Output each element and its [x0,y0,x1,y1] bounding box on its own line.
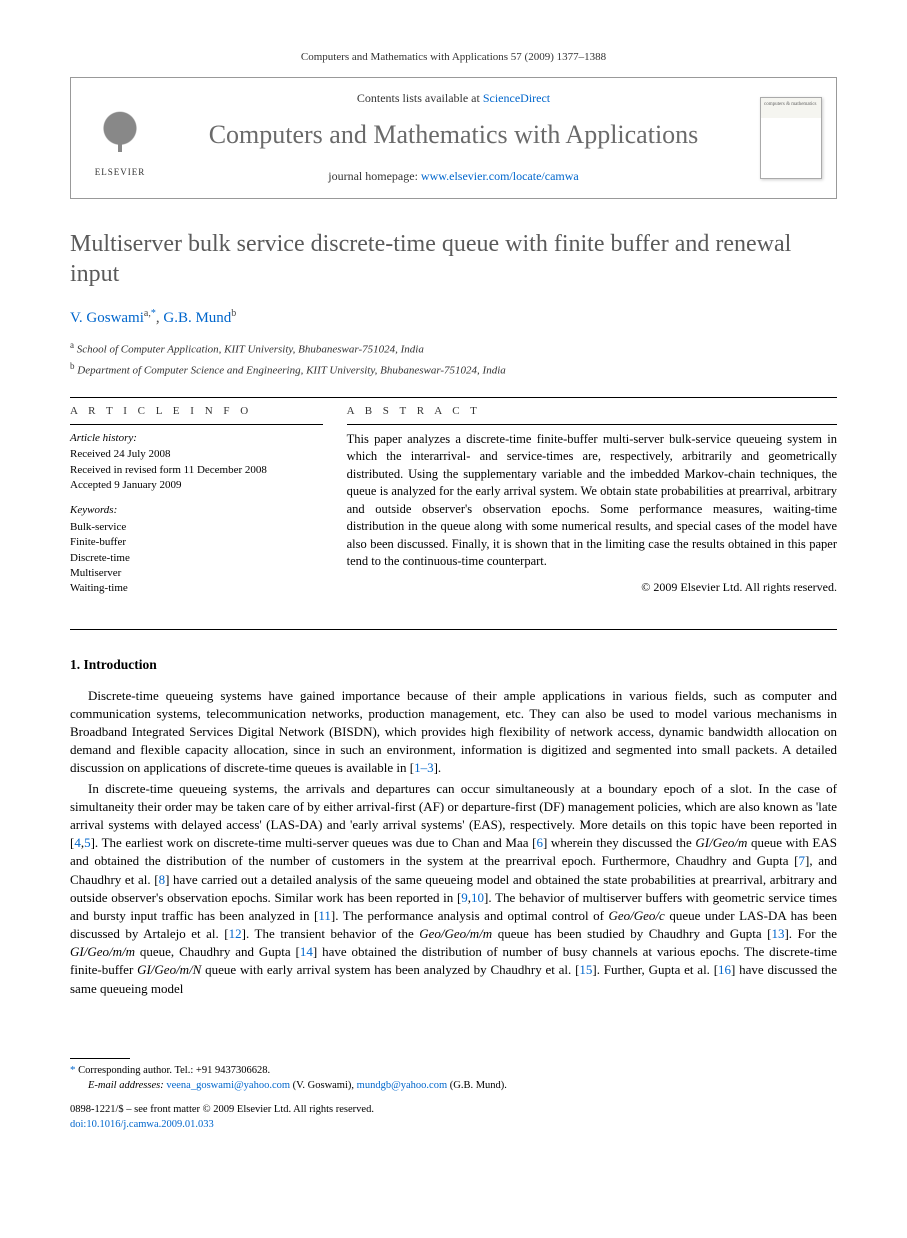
keyword-5: Waiting-time [70,581,323,596]
publisher-name: ELSEVIER [95,166,146,179]
affiliation-a: a School of Computer Application, KIIT U… [70,339,837,358]
affil-text-a: School of Computer Application, KIIT Uni… [74,344,424,356]
article-title: Multiserver bulk service discrete-time q… [70,229,837,289]
p2-b: ]. The earliest work on discrete-time mu… [91,835,537,850]
abstract-copyright: © 2009 Elsevier Ltd. All rights reserved… [347,579,837,596]
affiliations-block: a School of Computer Application, KIIT U… [70,339,837,379]
email-addresses-line: E-mail addresses: veena_goswami@yahoo.co… [70,1079,837,1094]
p2-k: queue has been studied by Chaudhry and G… [492,926,771,941]
tree-icon [95,109,145,164]
p2-m: queue, Chaudhry and Gupta [ [135,944,300,959]
homepage-prefix: journal homepage: [328,169,421,183]
model-4: GI/Geo/m/m [70,944,135,959]
article-info-label: A R T I C L E I N F O [70,398,323,423]
model-2: Geo/Geo/c [609,908,665,923]
ref-link-13[interactable]: 13 [771,926,784,941]
bottom-copyright-block: 0898-1221/$ – see front matter © 2009 El… [70,1103,837,1132]
email-label: E-mail addresses: [88,1080,164,1091]
footnote-divider [70,1058,130,1059]
author-list: V. Goswamia,*, G.B. Mundb [70,307,837,329]
history-accepted: Accepted 9 January 2009 [70,478,323,493]
journal-title: Computers and Mathematics with Applicati… [71,117,836,153]
model-1: GI/Geo/m [695,835,747,850]
p2-p: ]. Further, Gupta et al. [ [592,962,718,977]
email-link-1[interactable]: veena_goswami@yahoo.com [166,1080,290,1091]
p2-c: ] wherein they discussed the [543,835,695,850]
keyword-1: Bulk-service [70,520,323,535]
doi-prefix: doi: [70,1119,86,1130]
journal-homepage-link[interactable]: www.elsevier.com/locate/camwa [421,169,579,183]
p2-h: ]. The performance analysis and optimal … [331,908,609,923]
cover-text: computers & mathematics [764,101,818,108]
section-1-heading: 1. Introduction [70,656,837,675]
ref-link-12[interactable]: 12 [229,926,242,941]
keyword-4: Multiserver [70,566,323,581]
article-history-heading: Article history: [70,431,323,446]
abstract-text: This paper analyzes a discrete-time fini… [347,425,837,575]
author2-affil-sup: b [231,308,236,319]
footnotes-block: * Corresponding author. Tel.: +91 943730… [70,1063,837,1093]
author1-affil-sup: a, [144,308,151,319]
doi-link[interactable]: doi:10.1016/j.camwa.2009.01.033 [70,1119,214,1130]
keyword-3: Discrete-time [70,551,323,566]
model-5: GI/Geo/m/N [137,962,201,977]
corresponding-author-note: * Corresponding author. Tel.: +91 943730… [70,1063,837,1079]
intro-paragraph-1: Discrete-time queueing systems have gain… [70,687,837,778]
ref-link-10[interactable]: 10 [471,890,484,905]
model-3: Geo/Geo/m/m [419,926,492,941]
ref-link-16[interactable]: 16 [718,962,731,977]
keywords-heading: Keywords: [70,503,323,518]
author-link-1[interactable]: V. Goswami [70,310,144,326]
abstract-label: A B S T R A C T [347,398,837,423]
doi-line: doi:10.1016/j.camwa.2009.01.033 [70,1118,837,1133]
publisher-logo: ELSEVIER [85,98,155,178]
contents-available-line: Contents lists available at ScienceDirec… [71,90,836,107]
corr-label: Corresponding author. Tel.: +91 94373066… [76,1065,271,1076]
contents-prefix: Contents lists available at [357,91,483,105]
history-received: Received 24 July 2008 [70,447,323,462]
ref-link-14[interactable]: 14 [300,944,313,959]
affiliation-b: b Department of Computer Science and Eng… [70,360,837,379]
journal-homepage-line: journal homepage: www.elsevier.com/locat… [71,168,836,185]
article-info-column: A R T I C L E I N F O Article history: R… [70,398,323,602]
p2-j: ]. The transient behavior of the [242,926,420,941]
email2-who: (G.B. Mund). [447,1080,507,1091]
p1-text-b: ]. [434,760,442,775]
doi-value: 10.1016/j.camwa.2009.01.033 [86,1119,213,1130]
sciencedirect-link[interactable]: ScienceDirect [483,91,550,105]
p2-o: queue with early arrival system has been… [201,962,579,977]
issn-copyright-line: 0898-1221/$ – see front matter © 2009 El… [70,1103,837,1118]
ref-link-15[interactable]: 15 [579,962,592,977]
email1-who: (V. Goswami), [290,1080,357,1091]
journal-masthead: ELSEVIER computers & mathematics Content… [70,77,837,199]
ref-link-1-3[interactable]: 1–3 [414,760,434,775]
journal-cover-thumbnail: computers & mathematics [760,97,822,179]
p1-text-a: Discrete-time queueing systems have gain… [70,688,837,776]
email-link-2[interactable]: mundgb@yahoo.com [357,1080,447,1091]
ref-link-11[interactable]: 11 [318,908,331,923]
running-header: Computers and Mathematics with Applicati… [70,50,837,65]
keyword-2: Finite-buffer [70,535,323,550]
affil-text-b: Department of Computer Science and Engin… [75,365,506,377]
abstract-column: A B S T R A C T This paper analyzes a di… [347,398,837,602]
author-link-2[interactable]: G.B. Mund [163,310,231,326]
intro-paragraph-2: In discrete-time queueing systems, the a… [70,780,837,998]
p2-l: ]. For the [784,926,837,941]
history-revised: Received in revised form 11 December 200… [70,463,323,478]
